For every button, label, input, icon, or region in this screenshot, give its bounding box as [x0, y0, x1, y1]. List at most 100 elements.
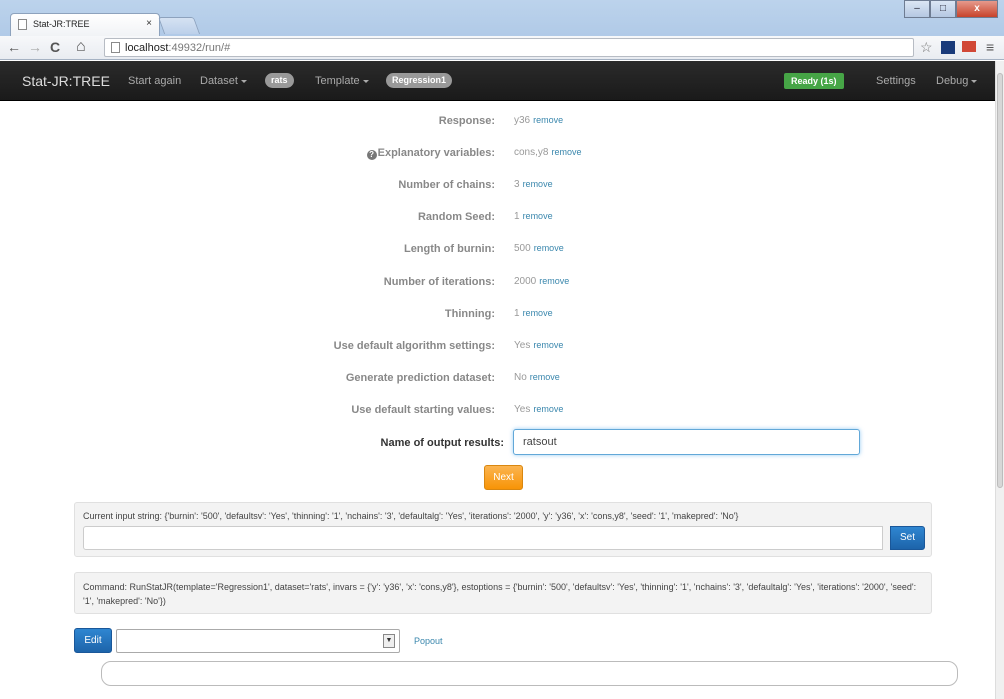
set-button[interactable]: Set — [890, 526, 925, 550]
dropdown-arrow-icon[interactable]: ▼ — [383, 634, 395, 648]
value-text: y36 — [514, 115, 531, 126]
chevron-down-icon — [362, 79, 369, 83]
field-value: 1 remove — [514, 211, 553, 222]
form-row-iterations: Number of iterations: 2000 remove — [0, 276, 995, 292]
output-select[interactable]: ▼ — [116, 629, 400, 653]
form-row-prediction: Generate prediction dataset: No remove — [0, 372, 995, 388]
form-row-seed: Random Seed: 1 remove — [0, 211, 995, 227]
form-row-burnin: Length of burnin: 500 remove — [0, 243, 995, 259]
gmail-icon[interactable] — [962, 41, 976, 52]
output-name-input[interactable] — [513, 429, 860, 455]
value-text: 2000 — [514, 276, 537, 287]
label-text: Explanatory variables: — [377, 147, 495, 159]
settings-link[interactable]: Settings — [876, 75, 916, 87]
form-row-default-algorithm: Use default algorithm settings: Yes remov… — [0, 340, 995, 356]
extension-grid-icon[interactable] — [941, 41, 955, 54]
template-menu-label: Template — [315, 75, 360, 87]
field-value: Yes remove — [514, 340, 563, 351]
forward-arrow-icon[interactable]: → — [28, 39, 42, 55]
field-label: Number of chains: — [398, 179, 495, 191]
remove-link[interactable]: remove — [551, 147, 581, 157]
value-text: cons,y8 — [514, 147, 549, 158]
field-label: ? Explanatory variables: — [366, 147, 495, 160]
vertical-scrollbar[interactable] — [995, 61, 1004, 699]
minimize-button[interactable]: – — [904, 0, 930, 18]
form-row-starting-values: Use default starting values: Yes remove — [0, 404, 995, 420]
dataset-menu[interactable]: Dataset — [200, 75, 247, 87]
status-badge: Ready (1s) — [784, 73, 844, 89]
command-panel: Command: RunStatJR(template='Regression1… — [74, 572, 932, 614]
chevron-down-icon — [971, 79, 978, 83]
page-icon — [18, 19, 27, 30]
field-value: cons,y8 remove — [514, 147, 581, 158]
remove-link[interactable]: remove — [533, 340, 563, 350]
maximize-button[interactable]: □ — [930, 0, 956, 18]
input-string-text: Current input string: {'burnin': '500', … — [83, 511, 739, 521]
field-value: y36 remove — [514, 115, 563, 126]
field-value: 1 remove — [514, 308, 553, 319]
url-text: localhost:49932/run/# — [125, 42, 230, 54]
input-string-field[interactable] — [83, 526, 883, 550]
field-value: No remove — [514, 372, 560, 383]
form-row-response: Response: y36 remove — [0, 115, 995, 131]
value-text: No — [514, 372, 527, 383]
field-label: Random Seed: — [417, 211, 495, 223]
scrollbar-thumb[interactable] — [997, 73, 1003, 488]
browser-toolbar: ← → C ⌂ localhost:49932/run/# ☆ ≡ — [0, 36, 1004, 60]
page-icon — [111, 42, 120, 53]
dataset-menu-label: Dataset — [200, 75, 238, 87]
field-value: 2000 remove — [514, 276, 569, 287]
start-again-link[interactable]: Start again — [128, 75, 181, 87]
remove-link[interactable]: remove — [523, 211, 553, 221]
field-label: Use default starting values: — [351, 404, 495, 416]
remove-link[interactable]: remove — [533, 115, 563, 125]
field-value: Yes remove — [514, 404, 563, 415]
form-row-chains: Number of chains: 3 remove — [0, 179, 995, 195]
back-arrow-icon[interactable]: ← — [7, 39, 21, 55]
remove-link[interactable]: remove — [530, 372, 560, 382]
url-path: :49932/run/# — [168, 42, 231, 54]
value-text: 1 — [514, 211, 520, 222]
remove-link[interactable]: remove — [523, 308, 553, 318]
popout-link[interactable]: Popout — [414, 636, 443, 646]
value-text: Yes — [514, 404, 531, 415]
field-label: Generate prediction dataset: — [345, 372, 495, 384]
field-label: Number of iterations: — [383, 276, 495, 288]
close-window-button[interactable]: x — [956, 0, 998, 18]
new-tab-button[interactable] — [157, 17, 201, 34]
chevron-down-icon — [240, 79, 247, 83]
debug-menu[interactable]: Debug — [936, 75, 978, 87]
field-label: Thinning: — [444, 308, 495, 320]
field-label: Response: — [438, 115, 495, 127]
debug-menu-label: Debug — [936, 75, 969, 87]
field-value: 3 remove — [514, 179, 553, 190]
value-text: Yes — [514, 340, 531, 351]
output-textbox[interactable] — [101, 661, 958, 686]
tab-close-icon[interactable]: × — [146, 18, 152, 29]
remove-link[interactable]: remove — [523, 179, 553, 189]
value-text: 1 — [514, 308, 520, 319]
input-string-panel: Current input string: {'burnin': '500', … — [74, 502, 932, 557]
remove-link[interactable]: remove — [539, 276, 569, 286]
next-button[interactable]: Next — [484, 465, 523, 490]
browser-tab[interactable]: Stat-JR:TREE × — [10, 13, 160, 36]
window-controls: – □ x — [904, 0, 998, 18]
field-label: Length of burnin: — [403, 243, 495, 255]
template-menu[interactable]: Template — [315, 75, 369, 87]
help-icon[interactable]: ? — [366, 150, 377, 160]
value-text: 500 — [514, 243, 531, 254]
address-bar[interactable]: localhost:49932/run/# — [104, 38, 914, 57]
brand[interactable]: Stat-JR:TREE — [22, 73, 110, 89]
remove-link[interactable]: remove — [533, 404, 563, 414]
dataset-badge: rats — [265, 73, 294, 88]
form-row-thinning: Thinning: 1 remove — [0, 308, 995, 324]
chrome-menu-icon[interactable]: ≡ — [986, 39, 994, 55]
home-icon[interactable]: ⌂ — [76, 38, 86, 56]
edit-button[interactable]: Edit — [74, 628, 112, 653]
template-badge: Regression1 — [386, 73, 453, 88]
remove-link[interactable]: remove — [534, 243, 564, 253]
value-text: 3 — [514, 179, 520, 190]
field-label: Use default algorithm settings: — [333, 340, 495, 352]
reload-icon[interactable]: C — [50, 39, 60, 55]
bookmark-star-icon[interactable]: ☆ — [920, 39, 933, 56]
